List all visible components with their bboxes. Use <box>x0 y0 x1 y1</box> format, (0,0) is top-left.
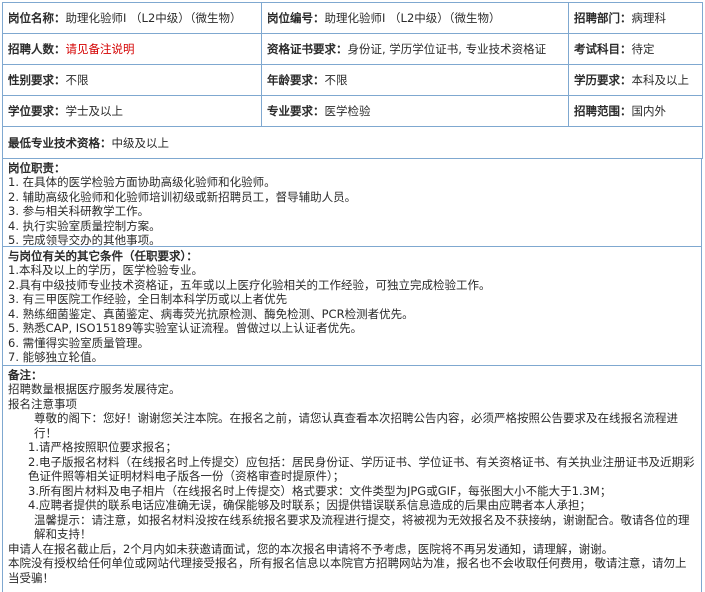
notes-line: 报名注意事项 <box>8 396 77 411</box>
notes-line: 招聘数量根据医疗服务发展待定。 <box>8 382 181 396</box>
age-label: 年龄要求： <box>267 73 325 87</box>
list-item: 5. 熟悉CAP, ISO15189等实验室认证流程。曾做过以上认证者优先。 <box>8 321 363 335</box>
certificates-value: 身份证, 学历学位证书, 专业技术资格证 <box>347 42 547 56</box>
table-row: 岗位名称：助理化验师I （L2中级）（微生物） 岗位编号：助理化验师I （L2中… <box>2 2 703 34</box>
headcount-label: 招聘人数： <box>8 42 66 56</box>
gender-value: 不限 <box>65 73 89 87</box>
notes-heading: 备注： <box>8 368 43 382</box>
table-row: 招聘人数：请见备注说明 资格证书要求：身份证, 学历学位证书, 专业技术资格证 … <box>2 33 703 65</box>
list-item: 3. 参与相关科研教学工作。 <box>8 204 150 218</box>
list-item: 5. 完成领导交办的其他事项。 <box>8 233 161 247</box>
major-value: 医学检验 <box>324 104 371 118</box>
education-value: 本科及以上 <box>631 73 690 87</box>
min-qualification-label: 最低专业技术资格： <box>8 135 112 150</box>
certificates-label: 资格证书要求： <box>267 42 348 56</box>
major-cell: 专业要求：医学检验 <box>261 95 569 127</box>
certificates-cell: 资格证书要求：身份证, 学历学位证书, 专业技术资格证 <box>261 33 569 65</box>
list-item: 4. 执行实验室质量控制方案。 <box>8 218 161 233</box>
duties-heading: 岗位职责： <box>8 161 66 175</box>
education-label: 学历要求： <box>574 73 632 87</box>
list-item: 6. 需懂得实验室质量管理。 <box>8 335 150 350</box>
notes-greeting: 尊敬的阁下：您好！谢谢您关注本院。在报名之前，请您认真查看本次招聘公告内容，必须… <box>34 411 678 440</box>
department-label: 招聘部门： <box>574 11 632 25</box>
list-item: 2. 辅助高级化验师和化验师培训初级或新招聘员工，督导辅助人员。 <box>8 189 357 204</box>
job-posting: 岗位名称：助理化验师I （L2中级）（微生物） 岗位编号：助理化验师I （L2中… <box>2 2 703 592</box>
min-qualification-cell: 最低专业技术资格：中级及以上 <box>2 126 703 159</box>
gender-label: 性别要求： <box>8 73 66 87</box>
list-item: 1.本科及以上的学历，医学检验专业。 <box>8 263 203 277</box>
job-code-cell: 岗位编号：助理化验师I （L2中级）（微生物） <box>261 2 569 34</box>
notes-section: 备注： 招聘数量根据医疗服务发展待定。 报名注意事项 尊敬的阁下：您好！谢谢您关… <box>2 366 702 592</box>
conditions-heading: 与岗位有关的其它条件（任职要求）： <box>8 249 198 263</box>
min-qualification-value: 中级及以上 <box>111 135 170 150</box>
education-cell: 学历要求：本科及以上 <box>568 64 703 96</box>
job-code-value: 助理化验师I （L2中级）（微生物） <box>324 11 501 25</box>
table-row: 最低专业技术资格：中级及以上 <box>2 126 703 159</box>
notes-item: 2.电子版报名材料（在线报名时上传提交）应包括：居民身份证、学历证书、学位证书、… <box>28 454 695 484</box>
exam-subject-value: 待定 <box>631 42 655 56</box>
department-cell: 招聘部门：病理科 <box>568 2 703 34</box>
notes-line: 本院没有授权给任何单位或网站代理接受报名，所有报名信息以本院官方招聘网站为准，报… <box>8 556 687 585</box>
department-value: 病理科 <box>631 11 667 25</box>
notes-line: 申请人在报名截止后，2个月内如未获邀请面试，您的本次报名申请将不予考虑，医院将不… <box>8 541 614 556</box>
job-title-label: 岗位名称： <box>8 11 66 25</box>
notes-tip: 温馨提示：请注意，如报名材料没按在线系统报名要求及流程进行提交，将被视为无效报名… <box>34 512 690 542</box>
notes-item: 1.请严格按照职位要求报名； <box>28 440 177 454</box>
exam-subject-cell: 考试科目：待定 <box>568 33 703 65</box>
list-item: 2.具有中级技师专业技术资格证，五年或以上医疗化验相关的工作经验，可独立完成检验… <box>8 277 491 292</box>
table-row: 学位要求：学士及以上 专业要求：医学检验 招聘范围：国内外 <box>2 95 703 127</box>
headcount-cell: 招聘人数：请见备注说明 <box>2 33 262 65</box>
exam-subject-label: 考试科目： <box>574 42 632 56</box>
list-item: 7. 能够独立轮值。 <box>8 350 104 364</box>
notes-item: 3.所有图片材料及电子相片（在线报名时上传提交）格式要求：文件类型为JPG或GI… <box>28 483 612 498</box>
age-cell: 年龄要求：不限 <box>261 64 569 96</box>
list-item: 3. 有三甲医院工作经验，全日制本科学历或以上者优先 <box>8 292 288 306</box>
gender-cell: 性别要求：不限 <box>2 64 262 96</box>
conditions-section: 与岗位有关的其它条件（任职要求）： 1.本科及以上的学历，医学检验专业。 2.具… <box>2 247 702 366</box>
notes-item: 4.应聘者提供的联系电话应准确无误，确保能够及时联系；因提供错误联系信息造成的后… <box>28 498 591 512</box>
job-info-table: 岗位名称：助理化验师I （L2中级）（微生物） 岗位编号：助理化验师I （L2中… <box>2 2 703 159</box>
list-item: 4. 熟练细菌鉴定、真菌鉴定、病毒荧光抗原检测、酶免检测、PCR检测者优先。 <box>8 306 414 321</box>
job-code-label: 岗位编号： <box>267 11 325 25</box>
job-title-value: 助理化验师I （L2中级）（微生物） <box>65 11 242 25</box>
recruit-scope-cell: 招聘范围：国内外 <box>568 95 703 127</box>
headcount-value: 请见备注说明 <box>65 42 135 56</box>
degree-value: 学士及以上 <box>65 104 124 118</box>
degree-label: 学位要求： <box>8 104 66 118</box>
age-value: 不限 <box>324 73 348 87</box>
recruit-scope-value: 国内外 <box>631 104 667 118</box>
duties-section: 岗位职责： 1. 在具体的医学检验方面协助高级化验师和化验师。 2. 辅助高级化… <box>2 159 702 247</box>
major-label: 专业要求： <box>267 104 325 118</box>
job-title-cell: 岗位名称：助理化验师I （L2中级）（微生物） <box>2 2 262 34</box>
degree-cell: 学位要求：学士及以上 <box>2 95 262 127</box>
table-row: 性别要求：不限 年龄要求：不限 学历要求：本科及以上 <box>2 64 703 96</box>
list-item: 1. 在具体的医学检验方面协助高级化验师和化验师。 <box>8 175 276 189</box>
recruit-scope-label: 招聘范围： <box>574 104 632 118</box>
